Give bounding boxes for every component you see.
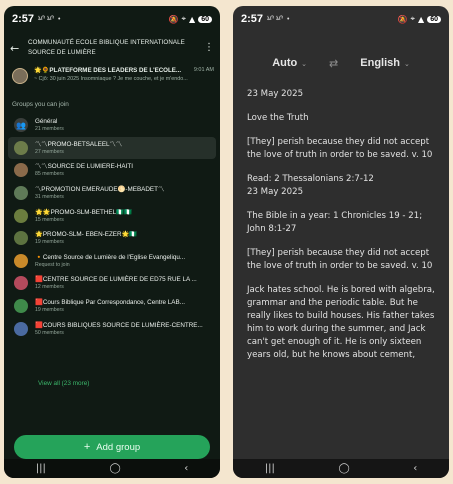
group-name: 🟥Cours Biblique Par Correspondance, Cent…	[35, 299, 185, 307]
group-row[interactable]: 🌟🌟PROMO-SLM-BETHEL🇳🇬🇳🇬 15 members	[8, 204, 216, 227]
language-bar: Auto ⌄ ⇄ English ⌄	[233, 50, 449, 76]
system-nav-bar: ||| ◯ ‹	[4, 459, 220, 478]
group-avatar	[14, 299, 28, 314]
group-row[interactable]: 〽〽SOURCE DE LUMIERE-HAITI 85 members	[8, 159, 216, 182]
group-avatar	[14, 208, 28, 223]
home-icon[interactable]: ◯	[109, 463, 120, 474]
translation-screen: 2:57 ኒቦ ኒቦ • 🔕 ⌖ ▲ 60 Auto ⌄ ⇄ English ⌄…	[233, 6, 449, 478]
group-name: 〽〽SOURCE DE LUMIERE-HAITI	[35, 163, 133, 171]
home-icon[interactable]: ◯	[338, 463, 349, 474]
group-member-count: 31 members	[35, 194, 64, 201]
recents-icon[interactable]: |||	[36, 463, 46, 474]
status-bar: 2:57 ኒቦ ኒቦ • 🔕 ⌖ ▲ 60	[4, 6, 220, 32]
view-all-link[interactable]: View all (23 more)	[38, 380, 89, 387]
announcement-preview: ~ Cjõ: 30 juin 2025 Insomniaque ? Je me …	[34, 76, 188, 82]
signal-icon: ▲	[189, 14, 196, 24]
status-time: 2:57	[241, 13, 264, 25]
notification-icons: ኒቦ ኒቦ	[267, 15, 283, 22]
target-language-select[interactable]: English ⌄	[360, 57, 410, 69]
text-paragraph: [They] perish because they did not accep…	[247, 248, 433, 271]
more-options-icon[interactable]: ⋮	[204, 42, 214, 53]
mute-icon: 🔕	[397, 14, 408, 24]
source-language-label: Auto	[272, 57, 298, 69]
group-avatar	[14, 186, 28, 201]
status-time: 2:57	[12, 13, 35, 25]
group-name: 〽PROMOTION EMERAUDE🌕-MEBADET〽	[35, 186, 165, 194]
group-row[interactable]: 🟥COURS BIBLIQUES SOURCE DE LUMIÈRE-CENTR…	[8, 317, 216, 340]
dot-icon: •	[58, 15, 61, 23]
dot-icon: •	[287, 15, 290, 23]
group-avatar	[14, 321, 28, 336]
community-header: ← COMMUNAUTÉ ECOLE BIBLIQUE INTERNATIONA…	[4, 32, 220, 64]
notification-icons: ኒቦ ኒቦ	[38, 15, 54, 22]
group-avatar	[12, 68, 28, 84]
group-row[interactable]: 🟥CENTRE SOURCE DE LUMIÈRE DE ED75 RUE LA…	[8, 272, 216, 295]
group-name: 🟥CENTRE SOURCE DE LUMIÈRE DE ED75 RUE LA…	[35, 276, 197, 284]
system-nav-bar: ||| ◯ ‹	[233, 459, 449, 478]
group-name: 🌟🌟PROMO-SLM-BETHEL🇳🇬🇳🇬	[35, 208, 132, 216]
announcement-group-name: 🌟🌻PLATEFORME DES LEADERS DE L'ECOLE...	[34, 67, 182, 74]
group-member-count: 21 members	[35, 126, 64, 133]
add-group-button[interactable]: + Add group	[14, 435, 210, 459]
signal-icon: ▲	[418, 14, 425, 24]
mute-icon: 🔕	[168, 14, 179, 24]
group-avatar	[14, 231, 28, 246]
group-name: 〽〽PROMO-BETSALEEL〽〽	[35, 140, 123, 148]
group-avatar	[14, 276, 28, 291]
group-name: 🔸Centre Source de Lumière de l'Eglise Ev…	[35, 253, 186, 261]
community-title: COMMUNAUTÉ ECOLE BIBLIQUE INTERNATIONALE…	[28, 39, 185, 56]
text-paragraph: The Bible in a year: 1 Chronicles 19 - 2…	[247, 211, 423, 234]
group-member-count: 27 members	[35, 148, 64, 155]
group-name: 🟥COURS BIBLIQUES SOURCE DE LUMIÈRE-CENTR…	[35, 321, 203, 329]
group-member-count: 12 members	[35, 284, 64, 291]
group-row[interactable]: 〽〽PROMO-BETSALEEL〽〽 27 members	[8, 136, 216, 160]
announcement-group-row[interactable]: 🌟🌻PLATEFORME DES LEADERS DE L'ECOLE... 9…	[12, 66, 214, 96]
text-paragraph: Jack hates school. He is bored with alge…	[247, 285, 435, 360]
group-member-count: Request to join	[35, 261, 70, 268]
back-arrow-icon[interactable]: ←	[10, 42, 24, 55]
group-avatar	[14, 140, 28, 155]
text-paragraph: [They] perish because they did not accep…	[247, 137, 433, 160]
group-row[interactable]: 👥 Général 21 members	[8, 114, 216, 137]
group-name: Général	[35, 118, 58, 126]
recents-icon[interactable]: |||	[265, 463, 275, 474]
group-member-count: 50 members	[35, 329, 64, 336]
announcement-time: 9:01 AM	[193, 67, 214, 73]
group-name: 🌟PROMO-SLM- EBEN-EZER🌟🇳🇬	[35, 231, 138, 239]
back-icon[interactable]: ‹	[413, 463, 417, 474]
group-list: 👥 Général 21 members 〽〽PROMO-BETSALEEL〽〽 27 …	[8, 114, 216, 340]
battery-icon: 60	[427, 15, 441, 23]
battery-icon: 60	[198, 15, 212, 23]
plus-icon: +	[83, 441, 91, 453]
text-paragraph: Love the Truth	[247, 113, 309, 123]
group-row[interactable]: 〽PROMOTION EMERAUDE🌕-MEBADET〽 31 members	[8, 182, 216, 205]
group-member-count: 85 members	[35, 171, 64, 178]
text-paragraph: Read: 2 Thessalonians 2:7-12 23 May 2025	[247, 174, 374, 197]
back-icon[interactable]: ‹	[184, 463, 188, 474]
text-paragraph: 23 May 2025	[247, 89, 304, 99]
location-icon: ⌖	[410, 14, 416, 23]
group-avatar	[14, 163, 28, 178]
group-row[interactable]: 🔸Centre Source de Lumière de l'Eglise Ev…	[8, 250, 216, 273]
group-row[interactable]: 🟥Cours Biblique Par Correspondance, Cent…	[8, 295, 216, 318]
section-title: Groups you can join	[12, 101, 69, 108]
chevron-down-icon: ⌄	[402, 61, 410, 68]
group-avatar	[14, 253, 28, 268]
status-bar: 2:57 ኒቦ ኒቦ • 🔕 ⌖ ▲ 60	[233, 6, 449, 32]
group-icon: 👥	[14, 118, 28, 133]
group-member-count: 19 members	[35, 307, 64, 314]
group-row[interactable]: 🌟PROMO-SLM- EBEN-EZER🌟🇳🇬 19 members	[8, 227, 216, 250]
whatsapp-community-screen: 2:57 ኒቦ ኒቦ • 🔕 ⌖ ▲ 60 ← COMMUNAUTÉ ECOLE…	[4, 6, 220, 478]
group-member-count: 19 members	[35, 239, 64, 246]
swap-languages-icon[interactable]: ⇄	[329, 57, 338, 70]
location-icon: ⌖	[181, 14, 187, 23]
chevron-down-icon: ⌄	[299, 61, 308, 68]
add-group-label: Add group	[96, 441, 141, 453]
group-member-count: 15 members	[35, 216, 64, 223]
target-language-label: English	[360, 57, 400, 69]
translated-text: 23 May 2025 Love the Truth [They] perish b…	[247, 88, 439, 373]
source-language-select[interactable]: Auto ⌄	[272, 57, 307, 69]
